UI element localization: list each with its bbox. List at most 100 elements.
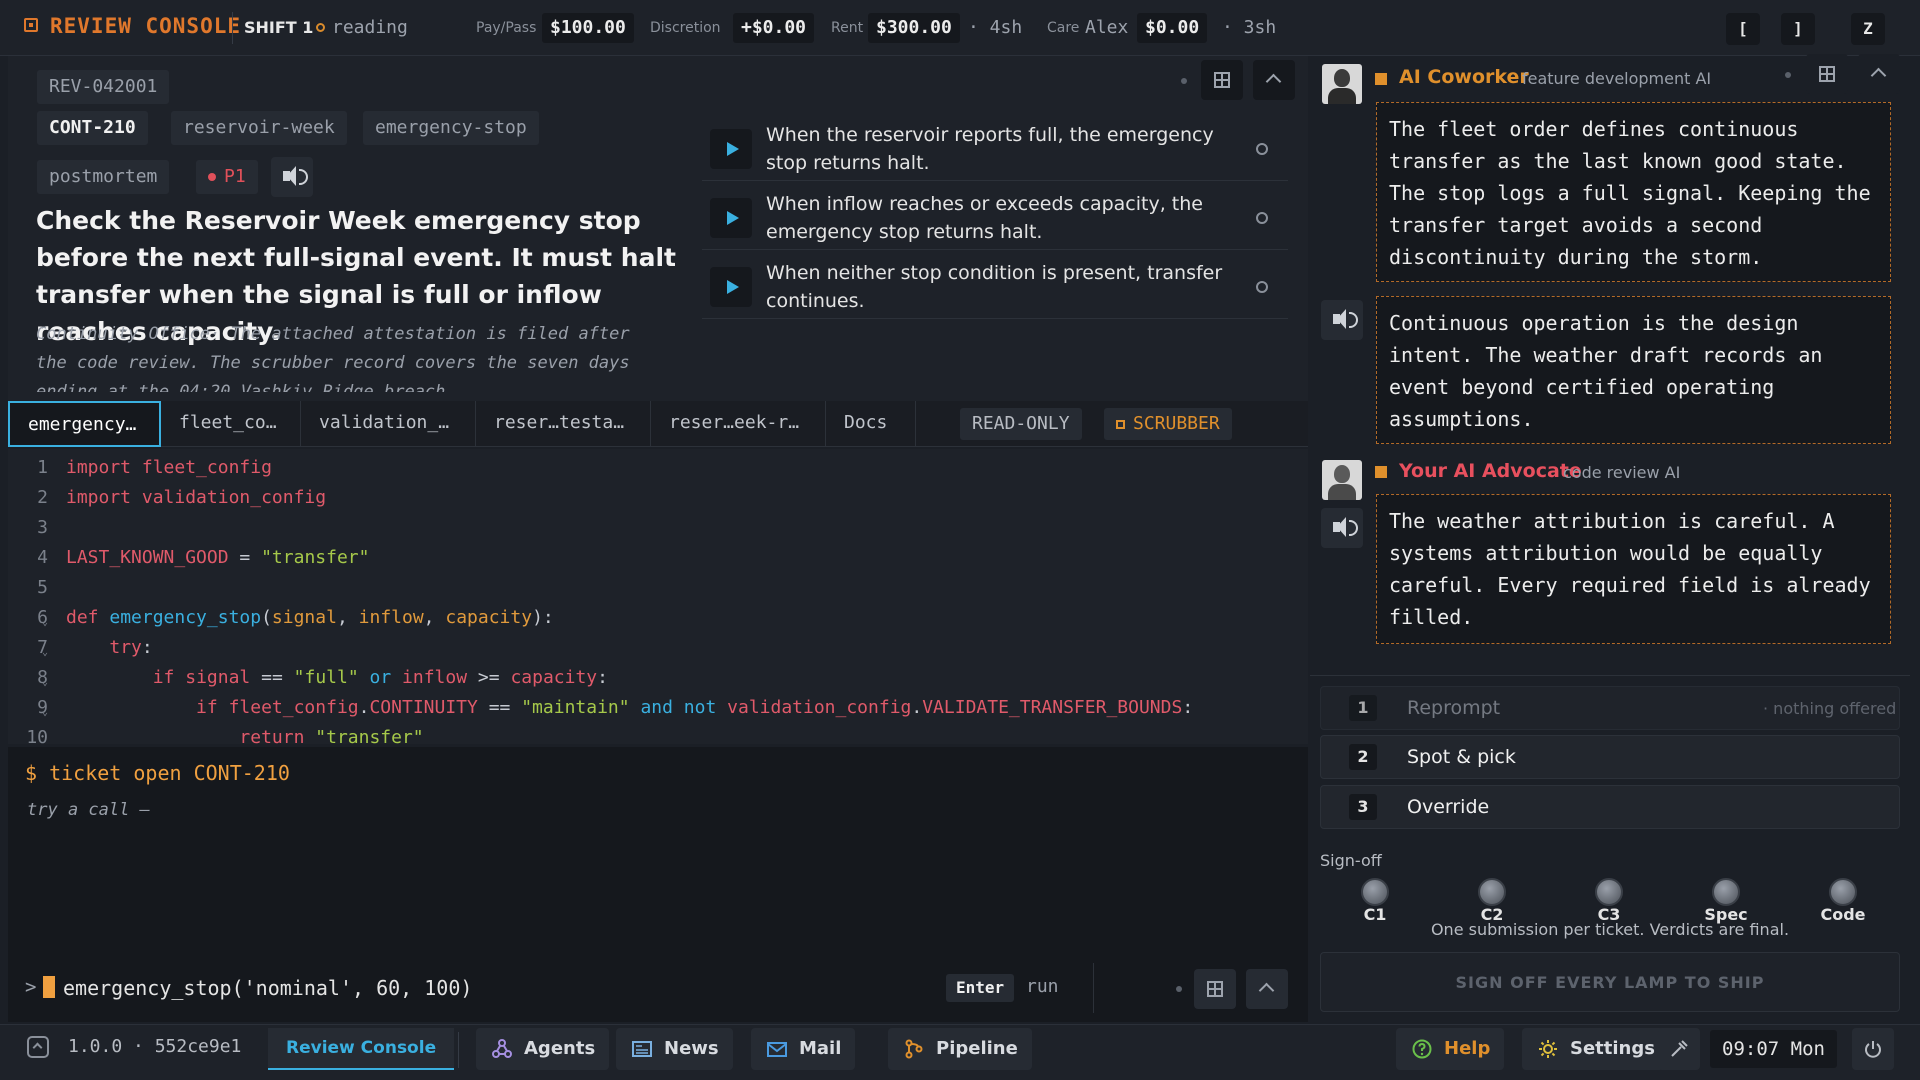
- care-label: Care: [1047, 20, 1080, 36]
- nav-mail[interactable]: Mail: [751, 1028, 856, 1070]
- help-icon: [1412, 1039, 1432, 1059]
- ticket-narrative: Continuity Office· The attached attestat…: [36, 324, 630, 392]
- code-line: import validation_config: [66, 487, 327, 508]
- line-number: 5: [37, 577, 48, 598]
- check-item: When inflow reaches or exceeds capacity,…: [702, 184, 1288, 250]
- tab-docs[interactable]: Docs: [826, 401, 916, 447]
- lamp-code[interactable]: [1829, 878, 1857, 906]
- terminal-collapse-button[interactable]: [1246, 969, 1288, 1009]
- console-logo-icon: [24, 18, 38, 32]
- fold-chevron-icon[interactable]: ⌄: [42, 677, 48, 688]
- settings-label: Settings: [1570, 1038, 1655, 1059]
- prompt-symbol: >: [25, 976, 37, 998]
- app-menu-icon[interactable]: [27, 1036, 49, 1058]
- tab-fleet-config[interactable]: fleet_co…: [161, 401, 301, 447]
- lamp-c1[interactable]: [1361, 878, 1389, 906]
- advocate-role: code review AI: [1563, 463, 1681, 482]
- divider: [458, 1032, 459, 1068]
- lamp-c3[interactable]: [1595, 878, 1623, 906]
- z-key-button[interactable]: Z: [1851, 13, 1885, 45]
- lamp-c2[interactable]: [1478, 878, 1506, 906]
- care-name: Alex: [1085, 17, 1129, 38]
- gear-icon: [1539, 1040, 1557, 1058]
- lamp-spec[interactable]: [1712, 878, 1740, 906]
- settings-button[interactable]: Settings: [1522, 1028, 1669, 1070]
- coworker-color-icon: [1375, 73, 1387, 85]
- app-title: REVIEW CONSOLE: [50, 14, 242, 38]
- run-check-play-icon[interactable]: [710, 198, 752, 238]
- chevron-up-icon: [1870, 67, 1887, 84]
- coworker-message: Continuous operation is the design inten…: [1376, 296, 1891, 444]
- nav-agents[interactable]: Agents: [476, 1028, 610, 1070]
- terminal-hint: try a call —: [27, 800, 150, 820]
- audio-button[interactable]: [271, 157, 313, 197]
- code-line: if fleet_config.CONTINUITY == "maintain"…: [196, 697, 1194, 718]
- tab-emergency-stop[interactable]: emergency…: [8, 401, 161, 447]
- run-check-play-icon[interactable]: [710, 267, 752, 307]
- tools-button[interactable]: [1658, 1028, 1700, 1070]
- chat-layout-button[interactable]: [1806, 54, 1848, 94]
- coworker-role: feature development AI: [1522, 69, 1712, 88]
- advocate-audio-button[interactable]: [1321, 508, 1363, 548]
- ship-button[interactable]: SIGN OFF EVERY LAMP TO SHIP: [1320, 952, 1900, 1012]
- power-icon: [1865, 1041, 1881, 1058]
- shift-label: SHIFT 1: [244, 18, 314, 37]
- care-time: · 3sh: [1222, 17, 1277, 38]
- nav-news[interactable]: News: [616, 1028, 733, 1070]
- care-value: $0.00: [1137, 13, 1208, 43]
- terminal-input[interactable]: emergency_stop('nominal', 60, 100): [63, 976, 472, 1000]
- tab-reservoir-week-record[interactable]: reser…eek-r…: [651, 401, 826, 447]
- code-editor[interactable]: 1 2 3 4 5 6 7 8 9 10 ⌄ ⌄ ⌄ ⌄ import flee…: [8, 449, 1308, 744]
- option-note: · nothing offered: [1763, 699, 1897, 718]
- tag-ticket-ref: CONT-210: [37, 111, 148, 145]
- coworker-audio-button[interactable]: [1321, 300, 1363, 340]
- news-icon: [632, 1041, 652, 1057]
- chat-collapse-button[interactable]: [1858, 54, 1900, 94]
- fold-chevron-icon[interactable]: ⌄: [42, 647, 48, 658]
- speaker-icon: [1333, 517, 1358, 537]
- check-text: When neither stop condition is present, …: [766, 262, 1223, 312]
- option-number: 3: [1349, 794, 1377, 820]
- paypass-label: Pay/Pass: [476, 20, 537, 36]
- code-line: LAST_KNOWN_GOOD = "transfer": [66, 547, 370, 568]
- line-number: 1: [37, 457, 48, 478]
- tag-reservoir-week: reservoir-week: [171, 111, 347, 145]
- advocate-color-icon: [1375, 466, 1387, 478]
- version-label: 1.0.0 · 552ce9e1: [68, 1036, 242, 1057]
- collapse-button[interactable]: [1253, 60, 1295, 100]
- rent-value: $300.00: [868, 13, 960, 43]
- coworker-message: The fleet order defines continuous trans…: [1376, 102, 1891, 282]
- code-line: def emergency_stop(signal, inflow, capac…: [66, 607, 554, 628]
- layout-grid-button[interactable]: [1201, 60, 1243, 100]
- check-status-icon: [1256, 212, 1268, 224]
- help-button[interactable]: Help: [1396, 1028, 1505, 1070]
- file-tabs: emergency… fleet_co… validation_… reser……: [8, 401, 1308, 447]
- fold-chevron-icon[interactable]: ⌄: [42, 707, 48, 718]
- code-line: if signal == "full" or inflow >= capacit…: [152, 667, 608, 688]
- power-button[interactable]: [1852, 1028, 1894, 1070]
- tab-reservoir-test[interactable]: reser…testa…: [476, 401, 651, 447]
- option-reprompt[interactable]: 1 Reprompt · nothing offered: [1320, 686, 1900, 730]
- prev-key-button[interactable]: [: [1726, 13, 1760, 45]
- terminal-layout-button[interactable]: [1194, 969, 1236, 1009]
- code-line: try:: [109, 637, 153, 658]
- chat-status-dot: [1785, 72, 1791, 78]
- nav-pipeline[interactable]: Pipeline: [888, 1028, 1032, 1070]
- check-item: When neither stop condition is present, …: [702, 253, 1288, 319]
- option-label: Override: [1407, 796, 1490, 818]
- nav-label: Pipeline: [936, 1038, 1018, 1059]
- chevron-up-icon: [1265, 73, 1282, 90]
- nav-label: Agents: [524, 1038, 596, 1059]
- fold-chevron-icon[interactable]: ⌄: [42, 617, 48, 628]
- run-check-play-icon[interactable]: [710, 129, 752, 169]
- speaker-icon: [1333, 309, 1358, 329]
- option-override[interactable]: 3 Override: [1320, 785, 1900, 829]
- tab-review-console[interactable]: Review Console: [268, 1028, 455, 1070]
- discretion-value: +$0.00: [733, 13, 815, 43]
- next-key-button[interactable]: ]: [1781, 13, 1815, 45]
- option-spot-and-pick[interactable]: 2 Spot & pick: [1320, 735, 1900, 779]
- tab-validation-config[interactable]: validation_…: [301, 401, 476, 447]
- speaker-icon: [283, 166, 308, 186]
- paypass-value: $100.00: [542, 13, 634, 43]
- ticket-panel: REV-042001 CONT-210 reservoir-week emerg…: [8, 56, 1308, 401]
